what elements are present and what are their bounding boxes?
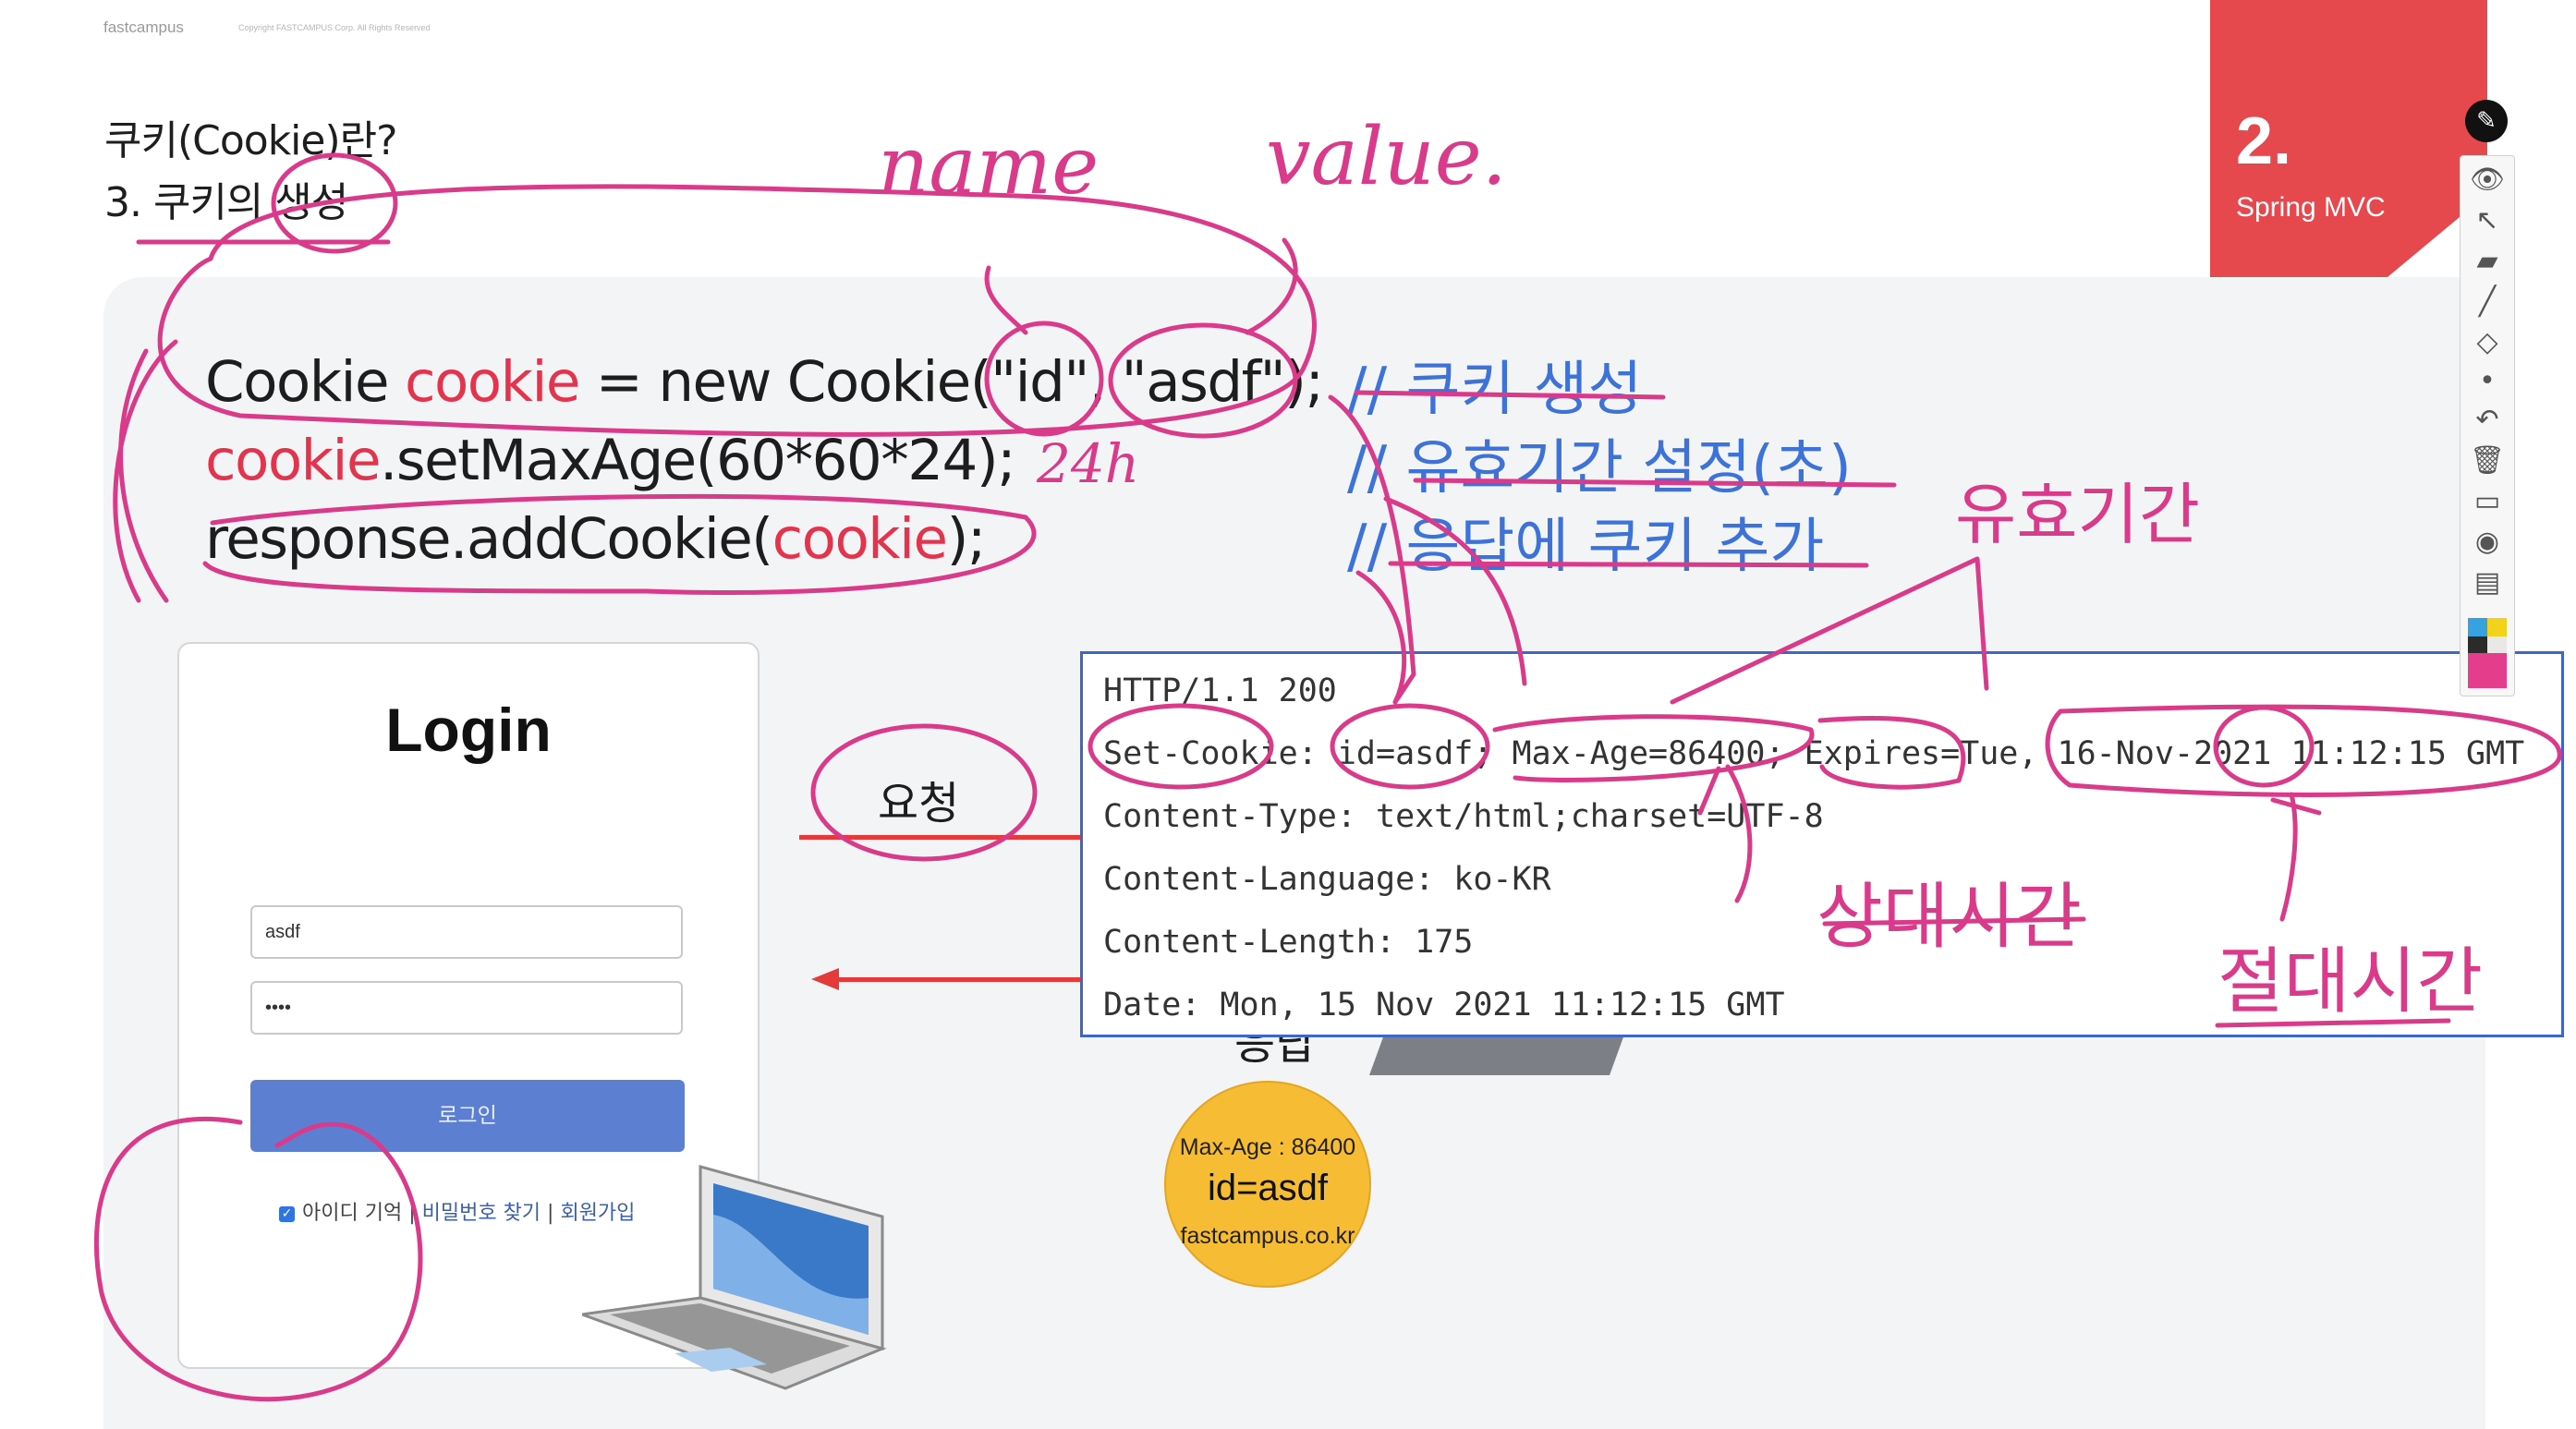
line-icon[interactable]: ╱	[2461, 285, 2514, 318]
dot-icon[interactable]: •	[2461, 365, 2514, 397]
slide-canvas: fastcampus Copyright FASTCAMPUS Corp. Al…	[0, 0, 2576, 1429]
highlighter-icon[interactable]: ▰	[2461, 245, 2514, 277]
undo-icon[interactable]: ↶	[2461, 404, 2514, 436]
color-swatch-icon[interactable]	[2468, 618, 2507, 688]
whiteboard-icon[interactable]: ▭	[2461, 485, 2514, 517]
annotation-toolbar: 👁 ↖ ▰ ╱ ◇ • ↶ 🗑 ▭ ◉ ▤	[2460, 155, 2515, 696]
clipboard-icon[interactable]: ▤	[2461, 566, 2514, 599]
eraser-icon[interactable]: ◇	[2461, 326, 2514, 358]
pointer-icon[interactable]: ↖	[2461, 204, 2514, 236]
camera-icon[interactable]: ◉	[2461, 526, 2514, 558]
pen-icon[interactable]: ✎	[2465, 100, 2508, 142]
eye-icon[interactable]: 👁	[2461, 163, 2514, 196]
ink-annotation-layer	[94, 152, 2562, 1402]
trash-icon[interactable]: 🗑	[2461, 444, 2514, 477]
